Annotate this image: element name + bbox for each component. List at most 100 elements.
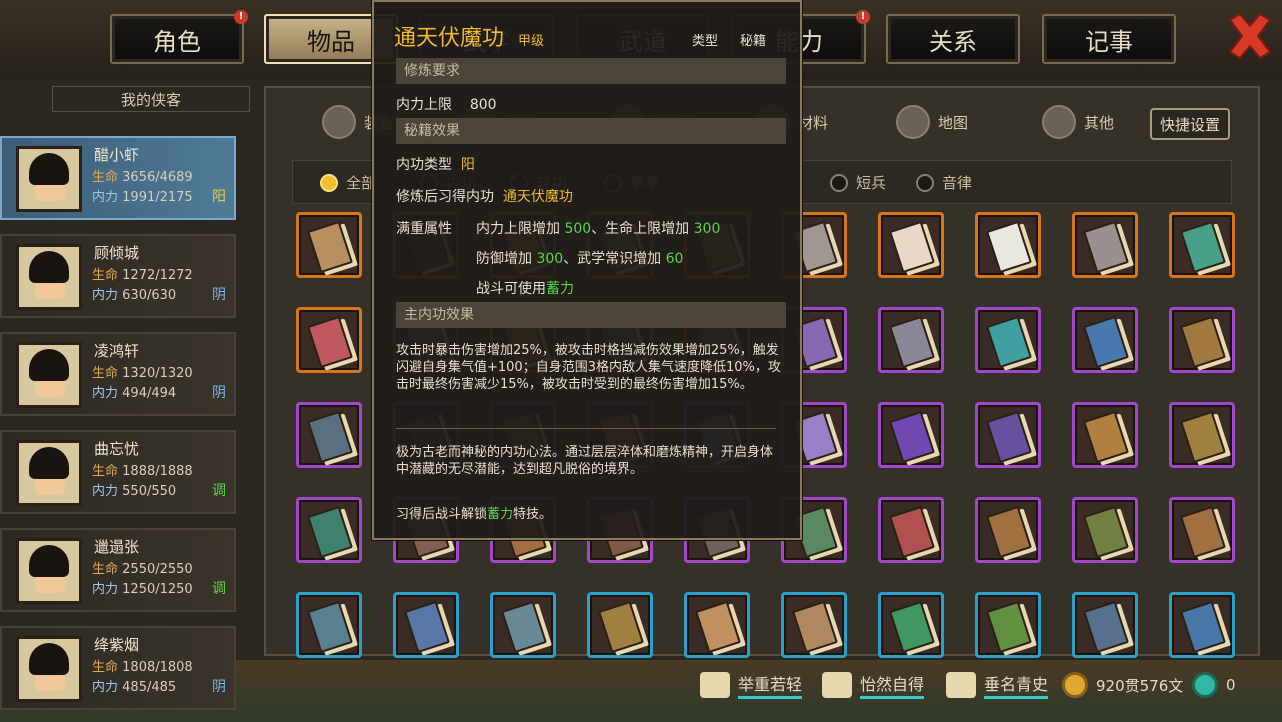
description-text: 极为古老而神秘的内功心法。通过层层淬体和磨炼精神，开启身体中潜藏的无尽潜能，达到… — [396, 445, 774, 477]
stat-1: 怡然自得 — [822, 666, 925, 704]
item-slot[interactable] — [1072, 307, 1138, 373]
item-slot[interactable] — [587, 592, 653, 658]
character-portrait — [16, 440, 82, 506]
item-slot[interactable] — [975, 307, 1041, 373]
item-slot[interactable] — [1072, 592, 1138, 658]
item-slot[interactable] — [975, 402, 1041, 468]
book-icon — [1083, 220, 1129, 274]
item-slot[interactable] — [781, 592, 847, 658]
full-attr-line-3: 战斗可使用蓄力 — [476, 281, 574, 297]
skill-unlock-text: 习得后战斗解锁蓄力特技。 — [396, 507, 553, 522]
muscle-icon — [700, 672, 730, 698]
item-slot[interactable] — [296, 592, 362, 658]
character-card[interactable]: 绛紫烟 生命 1808/1808 内力 485/485 阴 — [0, 626, 236, 710]
item-grade: 甲级 — [518, 34, 545, 49]
book-icon — [1083, 600, 1129, 654]
neigong-type-line: 内功类型 阳 — [396, 154, 475, 174]
character-card[interactable]: 曲忘忧 生命 1888/1888 内力 550/550 调 — [0, 430, 236, 514]
book-icon — [1083, 505, 1129, 559]
character-name: 绛紫烟 — [94, 636, 140, 654]
radio-icon — [916, 173, 934, 192]
item-slot[interactable] — [296, 307, 362, 373]
character-mp: 内力 1991/2175 — [92, 190, 193, 205]
filter-7[interactable]: 短兵 — [830, 172, 886, 193]
item-slot[interactable] — [975, 497, 1041, 563]
effect-header: 秘籍效果 — [396, 118, 786, 144]
jade-icon — [1192, 672, 1218, 698]
item-slot[interactable] — [1169, 307, 1235, 373]
character-hp: 生命 1888/1888 — [92, 464, 193, 479]
item-slot[interactable] — [1072, 497, 1138, 563]
item-slot[interactable] — [975, 212, 1041, 278]
item-slot[interactable] — [1169, 592, 1235, 658]
book-icon — [889, 315, 935, 369]
item-slot[interactable] — [1169, 402, 1235, 468]
character-card[interactable]: 顾倾城 生命 1272/1272 内力 630/630 阴 — [0, 234, 236, 318]
item-slot[interactable] — [878, 497, 944, 563]
filter-8[interactable]: 音律 — [916, 172, 972, 193]
item-slot[interactable] — [684, 592, 750, 658]
character-hp: 生命 1272/1272 — [92, 268, 193, 283]
face-icon — [822, 672, 852, 698]
character-portrait — [16, 636, 82, 702]
armor-icon — [322, 105, 356, 139]
main-effect-text: 攻击时暴击伤害增加25%，被攻击时格挡减伤效果增加25%，触发闪避自身集气值+1… — [396, 343, 781, 392]
book-icon — [307, 315, 353, 369]
filter-label: 短兵 — [856, 174, 887, 192]
character-name: 凌鸿轩 — [94, 342, 140, 360]
radio-icon — [320, 173, 338, 192]
book-icon — [307, 410, 353, 464]
book-icon — [986, 220, 1032, 274]
tab-5[interactable]: 关系 — [886, 14, 1020, 64]
character-card[interactable]: 邋遢张 生命 2550/2550 内力 1250/1250 调 — [0, 528, 236, 612]
item-slot[interactable] — [878, 212, 944, 278]
character-card[interactable]: 醋小虾 生命 3656/4689 内力 1991/2175 阳 — [0, 136, 236, 220]
item-slot[interactable] — [878, 402, 944, 468]
notification-badge: ! — [234, 10, 248, 24]
tab-6[interactable]: 记事 — [1042, 14, 1176, 64]
item-slot[interactable] — [878, 592, 944, 658]
book-icon — [1180, 410, 1226, 464]
character-hp: 生命 3656/4689 — [92, 170, 193, 185]
item-slot[interactable] — [1072, 402, 1138, 468]
character-type: 阴 — [212, 385, 226, 401]
book-icon — [404, 600, 450, 654]
character-hp: 生命 1320/1320 — [92, 366, 193, 381]
item-slot[interactable] — [1169, 212, 1235, 278]
character-mp: 内力 494/494 — [92, 386, 177, 401]
quick-settings-button[interactable]: 快捷设置 — [1150, 108, 1230, 140]
item-slot[interactable] — [1072, 212, 1138, 278]
character-card[interactable]: 凌鸿轩生命 1320/1320 内力 494/494 阴 — [0, 332, 236, 416]
book-icon — [986, 315, 1032, 369]
item-slot[interactable] — [878, 307, 944, 373]
character-hp: 生命 1808/1808 — [92, 660, 193, 675]
item-slot[interactable] — [296, 402, 362, 468]
character-name: 醋小虾 — [94, 146, 140, 164]
close-icon[interactable] — [1224, 10, 1276, 62]
item-slot[interactable] — [296, 497, 362, 563]
item-slot[interactable] — [490, 592, 556, 658]
character-type: 阴 — [212, 287, 226, 303]
book-icon — [986, 600, 1032, 654]
category-lantern[interactable]: 其他 — [1042, 100, 1114, 144]
book-icon — [889, 600, 935, 654]
lantern-icon — [1042, 105, 1076, 139]
item-slot[interactable] — [393, 592, 459, 658]
character-type: 阴 — [212, 679, 226, 695]
item-slot[interactable] — [296, 212, 362, 278]
neigong-type-label: 内功类型 — [396, 157, 452, 173]
item-tooltip: 通天伏魔功 甲级 类型 秘籍 修炼要求 内力上限 800 秘籍效果 内功类型 阳… — [372, 0, 802, 540]
tab-label: 物品 — [307, 27, 355, 56]
item-slot[interactable] — [975, 592, 1041, 658]
notification-badge: ! — [856, 10, 870, 24]
book-icon — [1180, 600, 1226, 654]
jade-value: 0 — [1226, 676, 1236, 694]
item-slot[interactable] — [1169, 497, 1235, 563]
character-hp: 生命 2550/2550 — [92, 562, 193, 577]
book-icon — [1083, 315, 1129, 369]
tooltip-divider — [396, 428, 776, 429]
category-label: 材料 — [798, 113, 829, 132]
category-map[interactable]: 地图 — [896, 100, 968, 144]
tab-0[interactable]: 角色! — [110, 10, 248, 64]
filter-0[interactable]: 全部 — [320, 172, 376, 193]
